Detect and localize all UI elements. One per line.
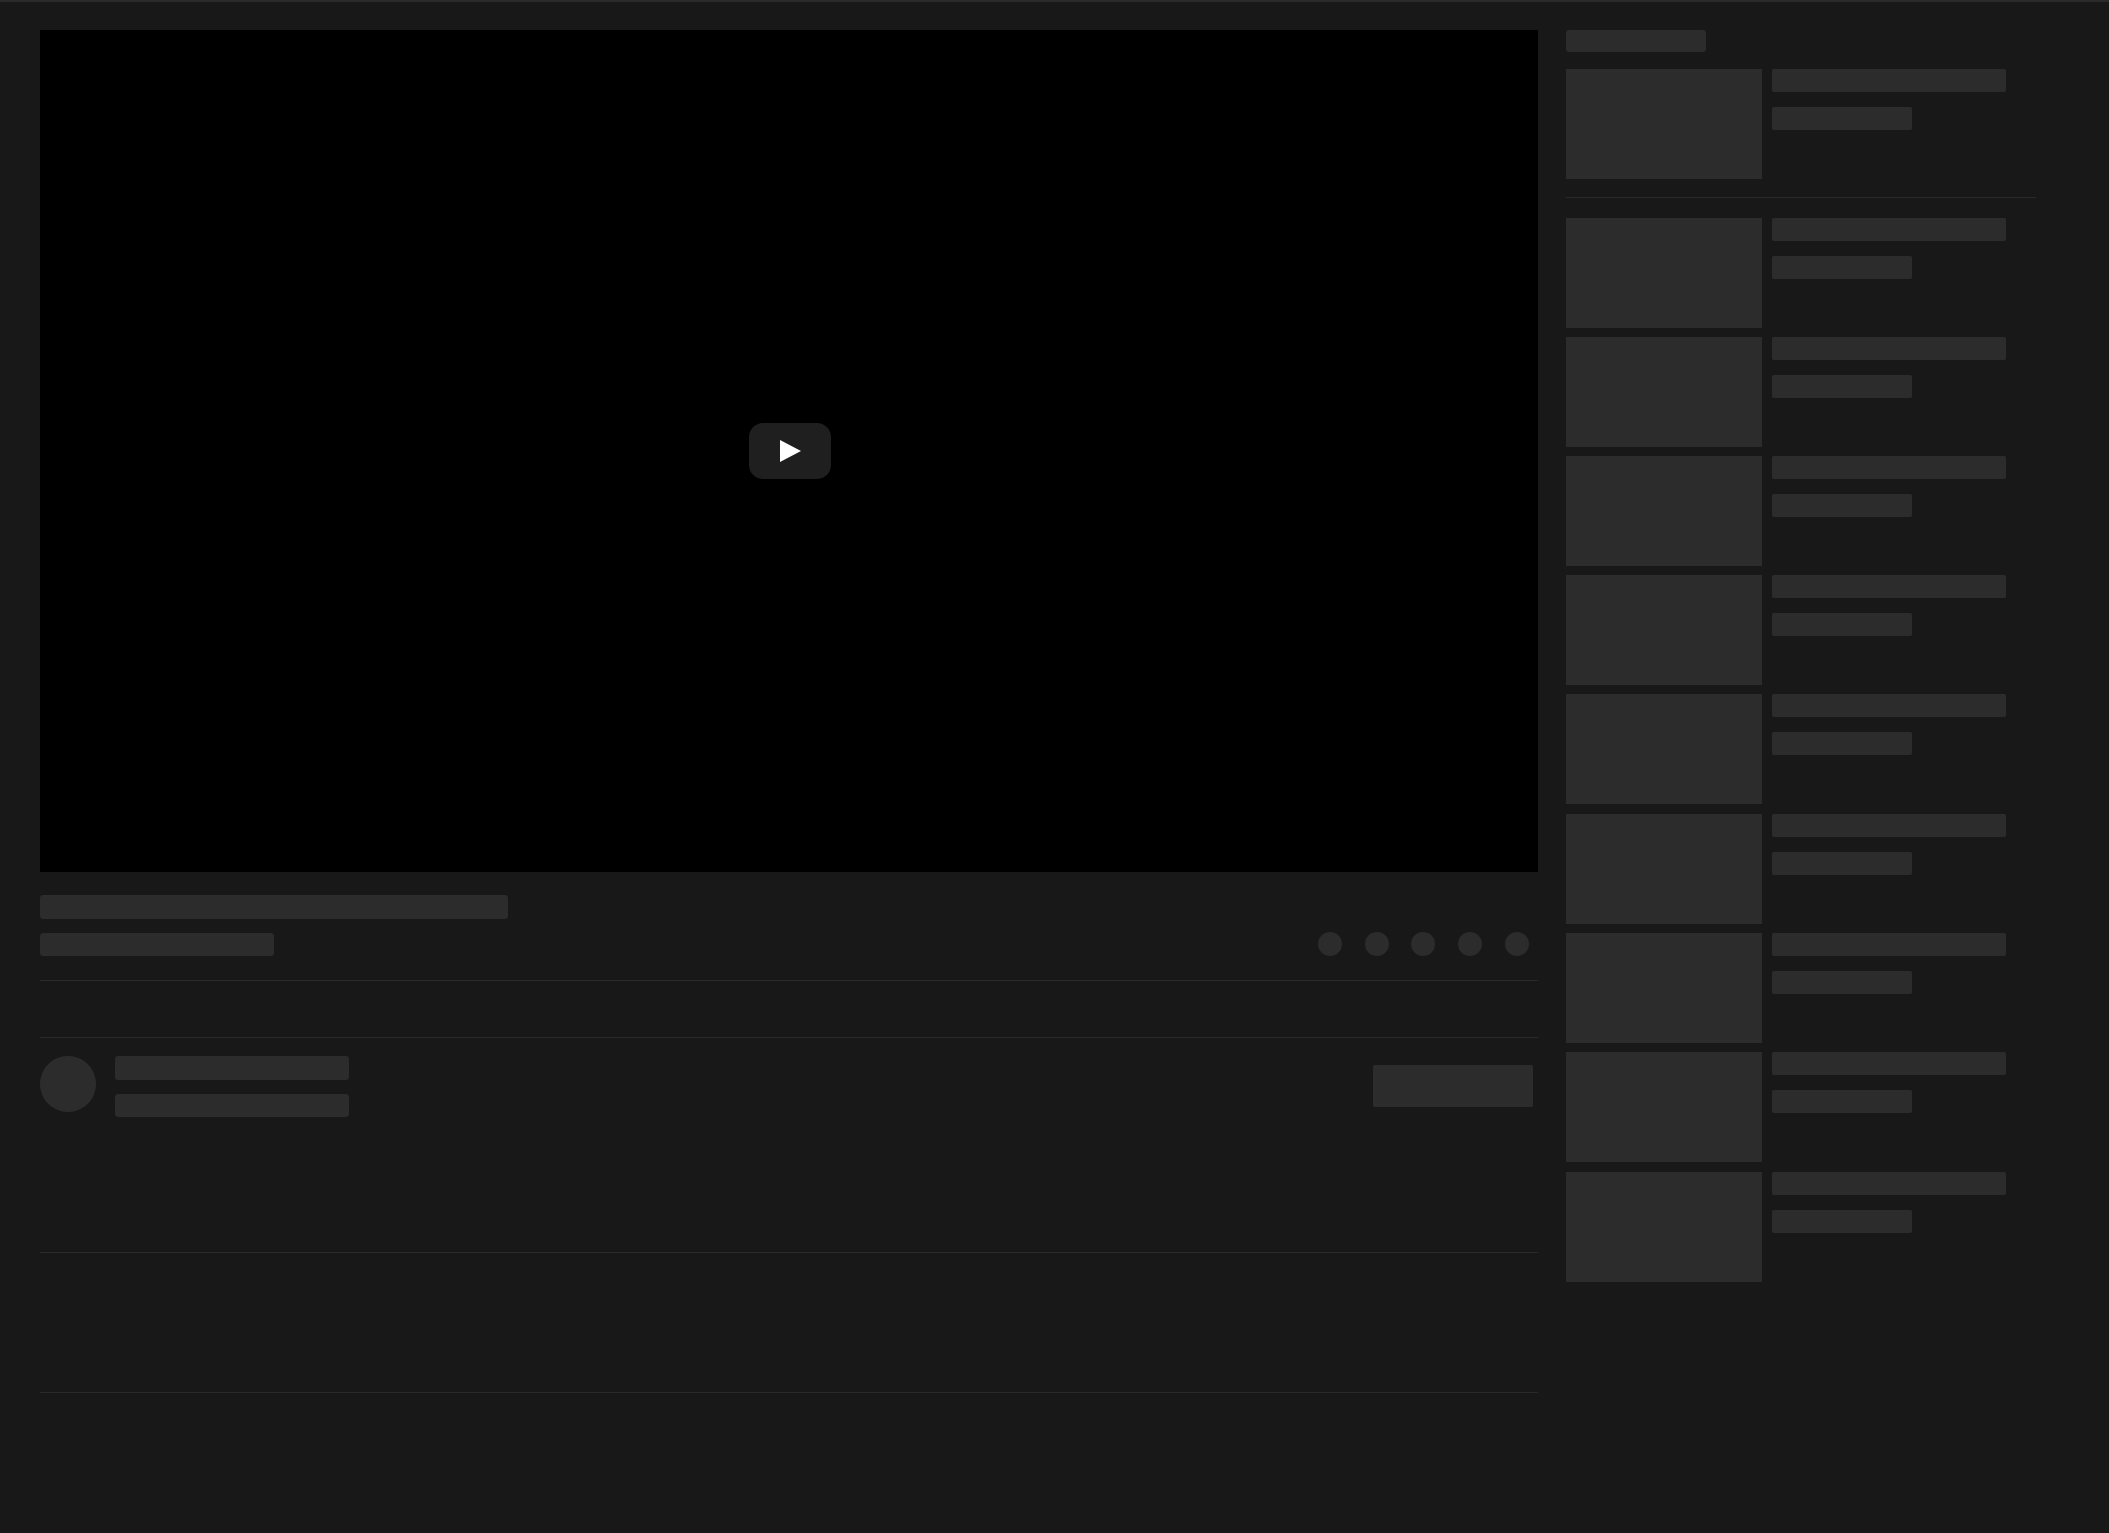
recommendation-title-placeholder [1772, 69, 2006, 92]
recommendation-thumbnail [1566, 1172, 1762, 1282]
recommendation-meta-placeholder [1772, 375, 1912, 398]
video-title-placeholder [40, 895, 508, 919]
recommendation-item[interactable] [1566, 1172, 2036, 1282]
subscribe-button[interactable] [1373, 1065, 1533, 1107]
recommendation-meta-placeholder [1772, 613, 1912, 636]
recommendation-item[interactable] [1566, 69, 2036, 179]
recommendation-meta-placeholder [1772, 1090, 1912, 1113]
recommendation-title-placeholder [1772, 456, 2006, 479]
recommendation-title-placeholder [1772, 1052, 2006, 1075]
video-player[interactable] [40, 30, 1538, 872]
recommendation-item[interactable] [1566, 814, 2036, 924]
recommendation-thumbnail [1566, 1052, 1762, 1162]
sidebar-heading-placeholder [1566, 30, 1706, 52]
action-button-3[interactable] [1411, 932, 1435, 956]
recommendation-item[interactable] [1566, 1052, 2036, 1162]
recommendation-meta-placeholder [1772, 732, 1912, 755]
action-button-2[interactable] [1365, 932, 1389, 956]
recommendation-meta-placeholder [1772, 494, 1912, 517]
play-icon [780, 440, 801, 462]
recommendation-item[interactable] [1566, 933, 2036, 1043]
recommendation-title-placeholder [1772, 933, 2006, 956]
recommendation-title-placeholder [1772, 337, 2006, 360]
recommendations-sidebar [1566, 0, 2036, 1533]
recommendation-item[interactable] [1566, 337, 2036, 447]
recommendation-thumbnail [1566, 933, 1762, 1043]
divider-4 [40, 1392, 1538, 1393]
sidebar-divider [1566, 197, 2036, 198]
recommendation-title-placeholder [1772, 814, 2006, 837]
action-button-5[interactable] [1505, 932, 1529, 956]
recommendation-meta-placeholder [1772, 1210, 1912, 1233]
recommendation-title-placeholder [1772, 1172, 2006, 1195]
channel-name-placeholder [115, 1056, 349, 1080]
recommendation-title-placeholder [1772, 218, 2006, 241]
recommendation-thumbnail [1566, 456, 1762, 566]
action-button-1[interactable] [1318, 932, 1342, 956]
recommendation-thumbnail [1566, 337, 1762, 447]
divider-2 [40, 1037, 1538, 1038]
recommendation-meta-placeholder [1772, 971, 1912, 994]
recommendation-thumbnail [1566, 575, 1762, 685]
video-meta-placeholder [40, 933, 274, 956]
channel-subscribers-placeholder [115, 1094, 349, 1117]
recommendation-item[interactable] [1566, 694, 2036, 804]
recommendation-title-placeholder [1772, 575, 2006, 598]
recommendation-meta-placeholder [1772, 107, 1912, 130]
recommendation-thumbnail [1566, 694, 1762, 804]
recommendation-meta-placeholder [1772, 852, 1912, 875]
video-watch-page-loading [0, 0, 2109, 1533]
recommendation-thumbnail [1566, 69, 1762, 179]
recommendation-thumbnail [1566, 814, 1762, 924]
recommendation-item[interactable] [1566, 575, 2036, 685]
recommendation-title-placeholder [1772, 694, 2006, 717]
action-button-4[interactable] [1458, 932, 1482, 956]
recommendation-meta-placeholder [1772, 256, 1912, 279]
channel-avatar[interactable] [40, 1056, 96, 1112]
divider-3 [40, 1252, 1538, 1253]
divider-1 [40, 980, 1538, 981]
recommendation-item[interactable] [1566, 218, 2036, 328]
recommendation-thumbnail [1566, 218, 1762, 328]
recommendation-item[interactable] [1566, 456, 2036, 566]
play-button[interactable] [749, 423, 831, 479]
